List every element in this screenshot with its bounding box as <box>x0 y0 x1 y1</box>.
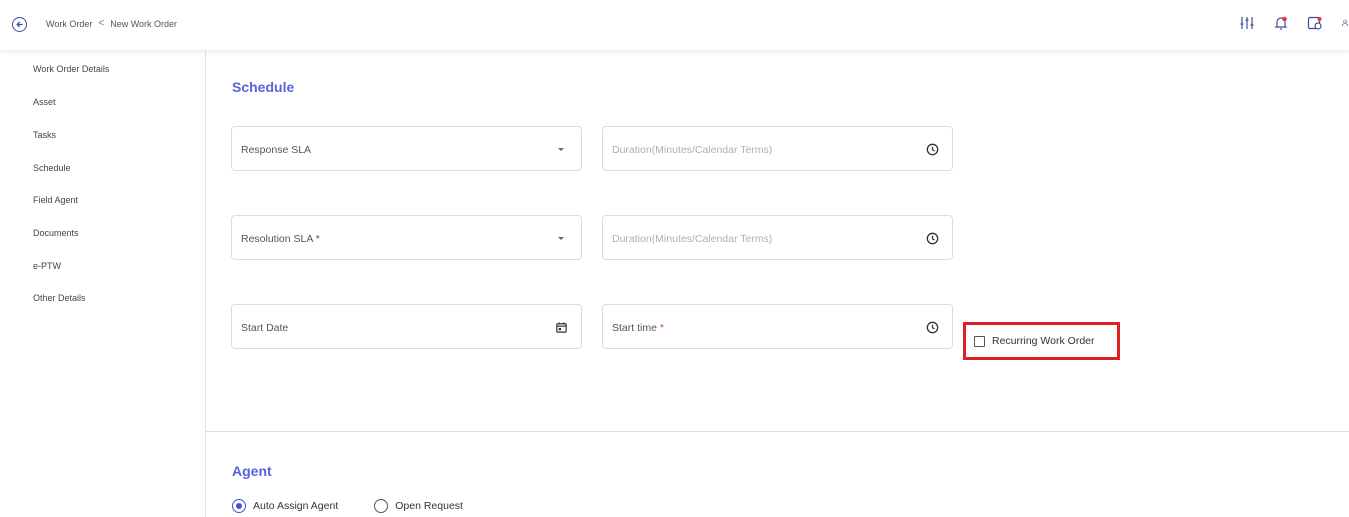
start-time-field[interactable]: Start time * <box>602 304 953 349</box>
sidebar-item-work-order-details[interactable]: Work Order Details <box>33 64 109 74</box>
sidebar-item-documents[interactable]: Documents <box>33 228 79 238</box>
sidebar-item-other-details[interactable]: Other Details <box>33 293 86 303</box>
required-mark: * <box>659 322 664 334</box>
notification-bell-icon[interactable] <box>1273 14 1289 32</box>
schedule-section-title: Schedule <box>232 79 295 95</box>
open-request-label: Open Request <box>395 500 463 512</box>
auto-assign-agent-radio[interactable]: Auto Assign Agent <box>232 499 338 513</box>
agent-assignment-options: Auto Assign Agent Open Request <box>232 499 463 513</box>
response-sla-select[interactable]: Response SLA <box>231 126 582 171</box>
open-request-radio[interactable]: Open Request <box>374 499 463 513</box>
top-bar: Work Order < New Work Order <box>0 0 1349 50</box>
breadcrumb: Work Order < New Work Order <box>46 18 177 29</box>
auto-assign-agent-label: Auto Assign Agent <box>253 500 339 512</box>
start-date-label: Start Date <box>241 322 289 334</box>
resolution-duration-field[interactable]: Duration(Minutes/Calendar Terms) <box>602 215 953 260</box>
breadcrumb-separator: < <box>98 18 105 29</box>
radio-selected-icon[interactable] <box>232 499 246 513</box>
resolution-duration-placeholder: Duration(Minutes/Calendar Terms) <box>612 233 773 245</box>
clock-icon[interactable] <box>925 231 939 245</box>
breadcrumb-current: New Work Order <box>110 18 178 29</box>
chevron-down-icon <box>554 142 568 156</box>
sidebar-item-tasks[interactable]: Tasks <box>33 130 56 140</box>
chevron-down-icon <box>554 231 568 245</box>
response-sla-label: Response SLA <box>241 144 312 156</box>
recurring-work-order-label: Recurring Work Order <box>992 335 1095 347</box>
resolution-sla-select[interactable]: Resolution SLA * <box>231 215 582 260</box>
back-button[interactable] <box>12 17 27 32</box>
sidebar: Work Order Details Asset Tasks Schedule … <box>0 50 206 517</box>
clock-icon[interactable] <box>925 320 939 334</box>
sidebar-item-asset[interactable]: Asset <box>33 97 56 107</box>
resolution-sla-label: Resolution SLA * <box>241 233 320 245</box>
filter-sliders-icon[interactable] <box>1239 14 1255 32</box>
start-time-label: Start time * <box>612 322 664 334</box>
clock-icon[interactable] <box>925 142 939 156</box>
agent-section-title: Agent <box>232 463 272 479</box>
calendar-icon[interactable] <box>554 320 568 334</box>
response-duration-field[interactable]: Duration(Minutes/Calendar Terms) <box>602 126 953 171</box>
checkbox-icon[interactable] <box>974 335 985 347</box>
start-date-field[interactable]: Start Date <box>231 304 582 349</box>
recurring-work-order-checkbox[interactable]: Recurring Work Order <box>963 322 1120 360</box>
user-icon[interactable] <box>1341 14 1349 32</box>
breadcrumb-parent[interactable]: Work Order <box>46 19 92 29</box>
calendar-sync-icon[interactable] <box>1307 14 1323 32</box>
section-divider <box>206 431 1349 432</box>
header-icons <box>1239 14 1349 32</box>
arrow-left-icon <box>16 21 23 28</box>
sidebar-item-e-ptw[interactable]: e-PTW <box>33 261 61 271</box>
sidebar-item-field-agent[interactable]: Field Agent <box>33 195 78 205</box>
sidebar-item-schedule[interactable]: Schedule <box>33 163 71 173</box>
radio-unselected-icon[interactable] <box>374 499 389 513</box>
response-duration-placeholder: Duration(Minutes/Calendar Terms) <box>612 144 773 156</box>
